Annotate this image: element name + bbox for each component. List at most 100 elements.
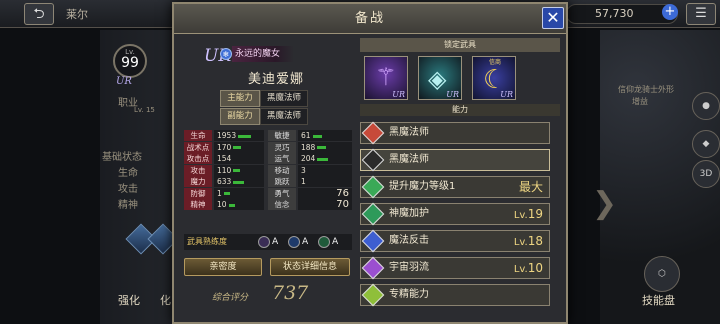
stat-bar (238, 134, 252, 138)
ability-row[interactable]: 魔法反击 Lv.18 (360, 229, 550, 253)
nature-icon (318, 236, 330, 248)
magic-counter-icon (361, 229, 385, 253)
score-value: 737 (272, 282, 309, 304)
weapon-slot-orb[interactable]: ◈ UR (418, 56, 462, 100)
ability-name: 提升魔力等级1 (389, 181, 456, 192)
skill-board-icon[interactable]: ⬡ (644, 256, 680, 292)
ability-row[interactable]: 神魔加护 Lv.19 (360, 202, 550, 226)
gem-currency: 57,730 (566, 4, 678, 24)
skill-board-button[interactable]: 技能盘 (642, 292, 675, 308)
stat-name: 勇气 (268, 187, 296, 199)
stat-number: 204 (301, 154, 316, 163)
menu-icon[interactable]: ☰ (686, 3, 716, 25)
screen-title: 莱尔 (66, 8, 88, 21)
stat-number: 3 (301, 165, 306, 175)
ability-name: 魔法反击 (389, 235, 429, 246)
main-ability-value: 黑魔法师 (260, 90, 308, 107)
stat-row: 生命 1953 敏捷 61 (184, 130, 352, 141)
stat-name: 攻击 (184, 164, 212, 176)
close-icon[interactable]: ✕ (542, 7, 564, 29)
intimacy-button[interactable]: 亲密度 (184, 258, 262, 276)
weapon-rarity: UR (446, 90, 459, 99)
stat-name: 生命 (184, 130, 212, 141)
stat-value: 76 (298, 187, 352, 199)
stat-bar (317, 146, 327, 149)
back-arrow-icon[interactable]: ⮌ (24, 3, 54, 25)
bg-rarity: UR (116, 76, 132, 87)
mastery-grade: A (302, 237, 309, 247)
stat-name: 敏捷 (268, 130, 296, 141)
bg-label-atk: 攻击 (118, 184, 138, 195)
stat-name: 信念 (268, 199, 296, 210)
ability-level: Lv.19 (514, 204, 543, 226)
weapon-rarity: UR (392, 90, 405, 99)
stat-row: 精神 10 信念 70 (184, 199, 352, 210)
stat-value: 61 (298, 130, 352, 141)
stat-value: 1 (298, 176, 352, 187)
character-info-pane: UR ❄ 永远的魔女 美迪爱娜 主能力 黑魔法师 副能力 黑魔法师 生命 1953 敏捷… (180, 38, 358, 322)
character-epithet: 永远的魔女 (232, 46, 295, 62)
main-ability-row: 主能力 黑魔法师 (220, 90, 308, 107)
stat-name: 战术点 (184, 141, 212, 153)
next-arrow-icon[interactable]: ❯ (592, 186, 617, 221)
bg-label-hp: 生命 (118, 168, 138, 179)
stat-name: 精神 (184, 199, 212, 210)
preparation-modal: 备战 ✕ UR ❄ 永远的魔女 美迪爱娜 主能力 黑魔法师 副能力 黑魔法师 生命 1… (172, 2, 568, 324)
stat-name: 防御 (184, 187, 212, 199)
stat-number: 188 (301, 142, 316, 152)
black-mage-icon (361, 121, 385, 145)
right-note: 增益 (632, 97, 648, 106)
right-note: 信仰龙骑士外形 (618, 85, 674, 94)
enhance-button[interactable]: 强化 (118, 292, 140, 308)
sub-ability-value: 黑魔法师 (260, 108, 308, 125)
ability-level: Lv.10 (514, 258, 543, 280)
stat-name: 跳跃 (268, 176, 296, 187)
stat-value: 3 (298, 164, 352, 176)
stat-value: 70 (298, 199, 352, 210)
ability-row[interactable]: 黑魔法师 (360, 148, 550, 172)
black-mage-icon (361, 148, 385, 172)
stat-bar (233, 146, 242, 149)
side-icon[interactable]: ◆ (692, 130, 720, 158)
stat-value: 10 (214, 199, 264, 210)
magic-orb-icon (288, 236, 300, 248)
ability-name: 宇宙羽流 (389, 262, 429, 273)
side-icon[interactable]: ● (692, 92, 720, 120)
stat-number: 1953 (217, 131, 237, 140)
ability-row[interactable]: 提升魔力等级1 最大 (360, 175, 550, 199)
stat-value: 1 (214, 187, 264, 199)
bg-label-base-status: 基础状态 (102, 152, 142, 163)
ability-row[interactable]: 黑魔法师 (360, 121, 550, 145)
ability-level-value: 18 (527, 234, 543, 248)
stat-value: 170 (214, 141, 264, 153)
sub-ability-row: 副能力 黑魔法师 (220, 108, 308, 125)
ability-level-prefix: Lv. (513, 264, 528, 275)
status-detail-button[interactable]: 状态详细信息 (270, 258, 350, 276)
bg-label-spirit: 精神 (118, 200, 138, 211)
stat-name: 移动 (268, 164, 296, 176)
weapon-slot-staff[interactable]: ⚚ UR (364, 56, 408, 100)
stat-number: 633 (217, 177, 232, 186)
ability-name: 专精能力 (389, 289, 429, 300)
staff-icon (258, 236, 270, 248)
stat-bar (312, 134, 323, 138)
orb-weapon-icon: ◈ (428, 65, 447, 93)
3d-view-icon[interactable]: 3D (692, 160, 720, 188)
stat-value: 204 (298, 153, 352, 164)
ability-row[interactable]: 专精能力 (360, 283, 550, 307)
stat-row: 战术点 170 灵巧 188 (184, 141, 352, 153)
bg-button-partial[interactable]: 化 (160, 292, 171, 308)
weapon-slot-crescent[interactable]: 信商 ☾ UR (472, 56, 516, 100)
ability-row[interactable]: 宇宙羽流 Lv.10 (360, 256, 550, 280)
stat-value: 188 (298, 141, 352, 153)
divine-protect-icon (361, 202, 385, 226)
character-name: 美迪爱娜 (247, 72, 304, 87)
ability-level: Lv.18 (514, 231, 543, 253)
stat-name: 灵巧 (268, 141, 296, 153)
ability-level-prefix: Lv. (513, 237, 528, 248)
level-badge: Lv. 99 (113, 44, 147, 78)
stat-row: 魔力 633 跳跃 1 (184, 176, 352, 187)
stat-bar (233, 169, 240, 172)
stat-bar (223, 192, 231, 195)
plus-icon[interactable]: + (662, 4, 678, 20)
